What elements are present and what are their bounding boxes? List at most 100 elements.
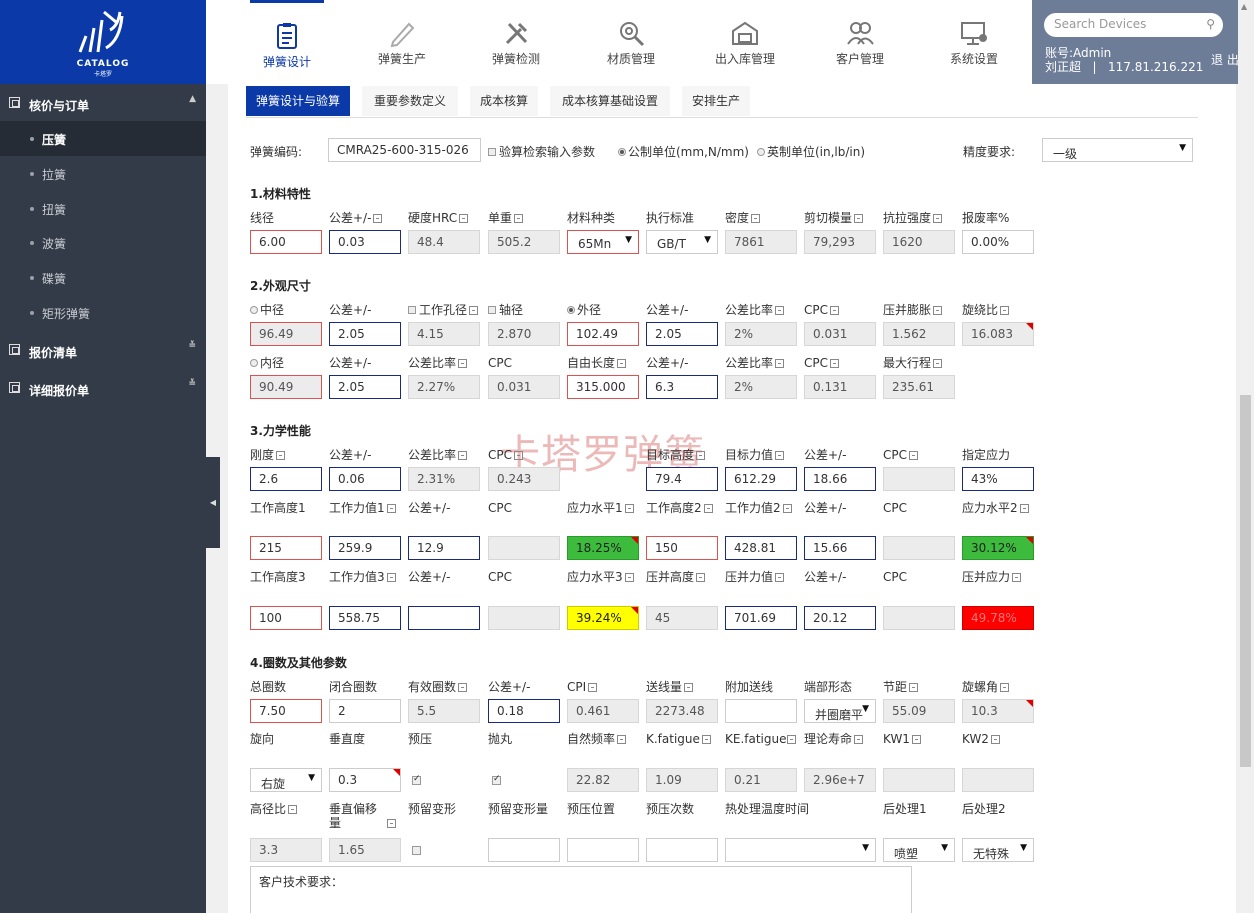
calculator-icon[interactable] (617, 735, 627, 744)
calculator-icon[interactable] (458, 359, 468, 368)
calculator-icon[interactable] (701, 735, 711, 744)
param-field[interactable]: 428.81 (725, 536, 797, 560)
calculator-icon[interactable] (625, 573, 634, 582)
calculator-icon[interactable] (288, 805, 298, 814)
checkbox[interactable] (408, 306, 416, 314)
calculator-icon[interactable] (684, 683, 694, 692)
calculator-icon[interactable] (387, 504, 396, 513)
imperial-unit-radio[interactable]: 英制单位(in,lb/in) (757, 145, 865, 159)
calculator-icon[interactable] (933, 306, 943, 315)
param-field[interactable]: 102.49 (567, 322, 639, 346)
param-field[interactable]: 612.29 (725, 467, 797, 491)
calculator-icon[interactable] (514, 214, 524, 223)
param-field[interactable]: 2.05 (329, 322, 401, 346)
param-field[interactable]: 215 (250, 536, 322, 560)
calculator-icon[interactable] (775, 359, 785, 368)
calculator-icon[interactable] (775, 573, 785, 582)
param-select[interactable]: 并圈磨平 ▼ (804, 699, 876, 723)
param-field[interactable]: 15.66 (804, 536, 876, 560)
param-field[interactable] (488, 838, 560, 862)
calculator-icon[interactable] (775, 451, 785, 460)
calculator-icon[interactable] (775, 306, 785, 315)
calculator-icon[interactable] (751, 214, 761, 223)
calculator-icon[interactable] (783, 504, 792, 513)
sidebar-group-detailed-quote[interactable]: 详细报价单 ≚ (0, 371, 206, 407)
calculator-icon[interactable] (909, 451, 918, 460)
param-field[interactable]: 0.00% (962, 230, 1034, 254)
calculator-icon[interactable] (990, 735, 1000, 744)
sidebar-item-compression-spring[interactable]: 压簧 (0, 121, 206, 156)
search-icon[interactable]: ⚲ (1206, 17, 1215, 31)
calculator-icon[interactable] (1000, 306, 1010, 315)
tab-design-check[interactable]: 弹簧设计与验算 (246, 86, 350, 116)
sidebar-item-rectangular-spring[interactable]: 矩形弹簧 (0, 295, 206, 330)
param-field[interactable] (408, 606, 480, 630)
precision-select[interactable]: 一级 ▼ (1042, 138, 1193, 162)
calculator-icon[interactable] (1000, 683, 1010, 692)
calculator-icon[interactable] (854, 214, 864, 223)
calculator-icon[interactable] (911, 735, 921, 744)
radio[interactable] (567, 306, 575, 314)
checkbox[interactable] (412, 774, 421, 785)
param-select[interactable]: 无特殊 ▼ (962, 838, 1034, 862)
param-field[interactable]: 79.4 (646, 467, 718, 491)
param-field[interactable]: 2.05 (646, 322, 718, 346)
calculator-icon[interactable] (625, 504, 634, 513)
calculator-icon[interactable] (933, 214, 943, 223)
sidebar-group-pricing[interactable]: 核价与订单 ▲ (0, 86, 206, 122)
logout-button[interactable]: 退 出 (1211, 51, 1239, 68)
checkbox[interactable] (488, 148, 496, 156)
sidebar-item-wave-spring[interactable]: 波簧 (0, 225, 206, 260)
calculator-icon[interactable] (696, 573, 706, 582)
radio[interactable] (757, 148, 765, 156)
calculator-icon[interactable] (703, 504, 713, 513)
tab-key-params[interactable]: 重要参数定义 (362, 86, 458, 116)
calculator-icon[interactable] (469, 306, 479, 315)
checkbox[interactable] (488, 306, 496, 314)
nav-spring-production[interactable]: 弹簧生产 (365, 0, 439, 84)
param-field[interactable] (646, 838, 718, 862)
check-params-option[interactable]: 验算检索输入参数 (488, 145, 595, 159)
param-field[interactable]: 2.6 (250, 467, 322, 491)
param-field[interactable]: 100 (250, 606, 322, 630)
calculator-icon[interactable] (1012, 573, 1022, 582)
calculator-icon[interactable] (933, 359, 943, 368)
radio[interactable] (250, 306, 258, 314)
search-input[interactable]: Search Devices ⚲ (1044, 13, 1223, 37)
param-field[interactable]: 558.75 (329, 606, 401, 630)
tab-cost[interactable]: 成本核算 (470, 86, 538, 116)
calculator-icon[interactable] (787, 735, 796, 744)
nav-material-management[interactable]: 材质管理 (594, 0, 668, 84)
sidebar-item-disc-spring[interactable]: 碟簧 (0, 260, 206, 295)
calculator-icon[interactable] (387, 819, 396, 828)
heat-treatment-select[interactable]: ▼ (725, 838, 876, 862)
param-field[interactable]: 6.3 (646, 375, 718, 399)
param-field[interactable]: 18.66 (804, 467, 876, 491)
param-field[interactable]: 2 (329, 699, 401, 723)
sidebar-group-quote-list[interactable]: 报价清单 ≚ (0, 333, 206, 369)
calculator-icon[interactable] (1020, 504, 1029, 513)
param-field[interactable]: 43% (962, 467, 1034, 491)
page-scrollbar[interactable]: ▲ (1238, 0, 1254, 913)
calculator-icon[interactable] (276, 451, 286, 460)
calculator-icon[interactable] (373, 214, 383, 223)
sidebar-item-torsion-spring[interactable]: 扭簧 (0, 191, 206, 226)
sidebar-collapse-toggle[interactable]: ◀ (206, 457, 220, 548)
calculator-icon[interactable] (459, 214, 469, 223)
param-field[interactable]: 0.03 (329, 230, 401, 254)
calculator-icon[interactable] (696, 451, 706, 460)
param-select[interactable]: GB/T ▼ (646, 230, 718, 254)
nav-spring-design[interactable]: 弹簧设计 (250, 0, 324, 84)
param-field[interactable]: 39.24% (567, 606, 639, 630)
param-field[interactable]: 701.69 (725, 606, 797, 630)
param-field[interactable] (567, 838, 639, 862)
nav-warehouse-management[interactable]: 出入库管理 (708, 0, 782, 84)
calculator-icon[interactable] (387, 573, 396, 582)
param-field[interactable]: 0.3 (329, 768, 401, 792)
param-field[interactable]: 2.05 (329, 375, 401, 399)
radio[interactable] (250, 359, 258, 367)
param-field[interactable]: 20.12 (804, 606, 876, 630)
param-field[interactable]: 0.06 (329, 467, 401, 491)
param-field[interactable]: 0.18 (488, 699, 560, 723)
calculator-icon[interactable] (458, 451, 468, 460)
